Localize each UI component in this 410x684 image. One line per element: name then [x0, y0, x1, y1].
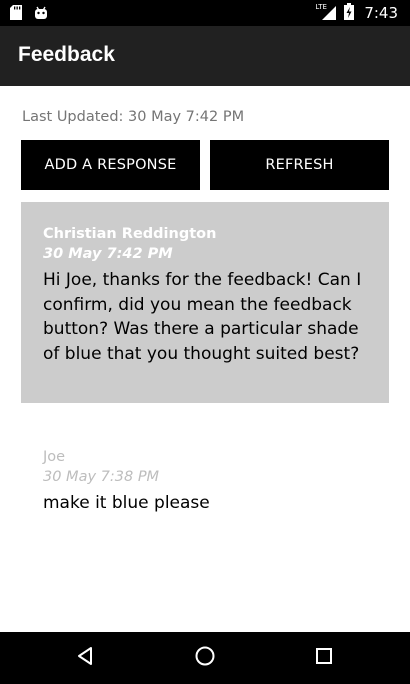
back-button[interactable] — [73, 646, 97, 670]
status-bar: LTE 7:43 — [0, 0, 410, 26]
app-bar: Feedback — [0, 26, 410, 86]
lte-signal-icon: LTE — [315, 3, 338, 21]
response-author: Christian Reddington — [43, 226, 217, 242]
home-button[interactable] — [193, 646, 217, 670]
refresh-button[interactable]: REFRESH — [210, 140, 389, 190]
home-icon — [194, 645, 216, 671]
recents-icon — [315, 647, 333, 669]
status-notifications — [10, 5, 48, 24]
sd-card-icon — [10, 5, 22, 24]
page-title: Feedback — [18, 43, 115, 66]
response-author: Joe — [43, 449, 66, 465]
battery-charging-icon — [344, 2, 355, 24]
response-message: Hi Joe, thanks for the feedback! Can I c… — [43, 270, 362, 364]
add-response-button[interactable]: ADD A RESPONSE — [21, 140, 200, 190]
response-timestamp: 30 May 7:38 PM — [43, 469, 160, 485]
response-card: Christian Reddington 30 May 7:42 PM Hi J… — [21, 202, 389, 403]
response-message: make it blue please — [43, 493, 210, 513]
response-card: Joe 30 May 7:38 PM make it blue please — [21, 425, 389, 515]
clock: 7:43 — [364, 4, 398, 22]
status-system: LTE 7:43 — [315, 0, 398, 26]
response-timestamp: 30 May 7:42 PM — [43, 246, 173, 262]
recents-button[interactable] — [312, 646, 336, 670]
last-updated-label: Last Updated: 30 May 7:42 PM — [22, 109, 245, 125]
navigation-bar — [0, 632, 410, 684]
android-icon — [34, 5, 48, 24]
back-icon — [75, 646, 95, 670]
